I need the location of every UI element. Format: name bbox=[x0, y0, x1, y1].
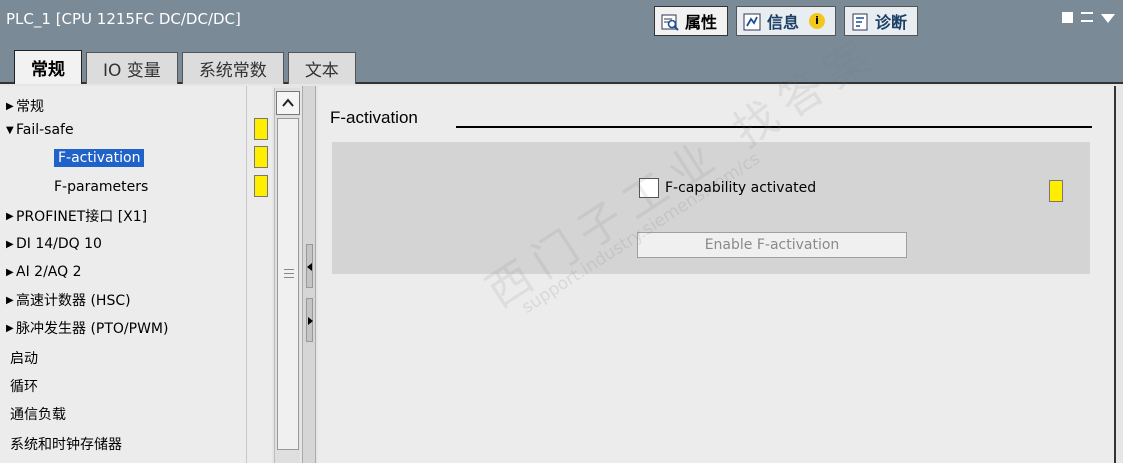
chevron-up-icon bbox=[282, 98, 294, 107]
warning-flag-icon bbox=[254, 146, 268, 168]
section-tab-strip: 常规 IO 变量 系统常数 文本 bbox=[0, 40, 1123, 84]
nav-item-label: 高速计数器 (HSC) bbox=[16, 293, 131, 309]
tab-properties[interactable]: 属性 bbox=[654, 6, 729, 36]
nav-item-di-dq[interactable]: ▶ DI 14/DQ 10 bbox=[0, 230, 272, 258]
enable-f-activation-button[interactable]: Enable F-activation bbox=[637, 232, 907, 258]
tab-system-constants[interactable]: 系统常数 bbox=[181, 52, 284, 84]
warning-flag-icon bbox=[1049, 180, 1063, 202]
nav-item-hsc[interactable]: ▶ 高速计数器 (HSC) bbox=[0, 286, 272, 314]
nav-item-f-activation[interactable]: F-activation bbox=[0, 144, 272, 172]
properties-icon bbox=[661, 14, 679, 31]
info-icon bbox=[743, 13, 761, 31]
tab-general[interactable]: 常规 bbox=[14, 50, 82, 84]
chevron-down-icon[interactable] bbox=[1101, 14, 1115, 23]
inspector-title-bar: PLC_1 [CPU 1215FC DC/DC/DC] 属性 信息 i 诊断 bbox=[0, 0, 1123, 40]
nav-item-label: 脉冲发生器 (PTO/PWM) bbox=[16, 321, 169, 337]
panel-splitter[interactable] bbox=[302, 86, 316, 463]
nav-item-label: 循环 bbox=[10, 379, 38, 395]
nav-item-cycle[interactable]: 循环 bbox=[0, 372, 272, 400]
list-icon[interactable] bbox=[1081, 12, 1093, 22]
grip-icon bbox=[284, 269, 294, 278]
section-title: F-activation bbox=[330, 108, 418, 127]
nav-item-label: 系统和时钟存储器 bbox=[10, 437, 122, 453]
window-title: PLC_1 [CPU 1215FC DC/DC/DC] bbox=[6, 10, 241, 28]
tab-properties-label: 属性 bbox=[685, 13, 718, 32]
expand-arrow-icon[interactable]: ▶ bbox=[0, 211, 16, 222]
expand-arrow-icon[interactable]: ▶ bbox=[0, 295, 16, 306]
nav-item-startup[interactable]: 启动 bbox=[0, 344, 272, 372]
nav-item-label: PROFINET接口 [X1] bbox=[16, 209, 148, 225]
restore-icon[interactable] bbox=[1062, 12, 1073, 23]
nav-item-pto-pwm[interactable]: ▶ 脉冲发生器 (PTO/PWM) bbox=[0, 314, 272, 342]
nav-item-system-clock-memory[interactable]: 系统和时钟存储器 bbox=[0, 430, 272, 458]
nav-item-ai-aq[interactable]: ▶ AI 2/AQ 2 bbox=[0, 258, 272, 286]
nav-item-label: Fail-safe bbox=[16, 122, 74, 138]
nav-item-label: 通信负载 bbox=[10, 407, 66, 423]
nav-item-f-parameters[interactable]: F-parameters bbox=[0, 173, 272, 201]
expand-right-handle[interactable] bbox=[306, 298, 313, 342]
inspector-tabs: 属性 信息 i 诊断 bbox=[654, 6, 926, 36]
nav-scrollbar[interactable] bbox=[274, 88, 300, 463]
scroll-thumb[interactable] bbox=[277, 118, 299, 450]
window-controls bbox=[1062, 12, 1115, 23]
collapse-arrow-icon[interactable]: ▼ bbox=[0, 125, 16, 136]
f-activation-group: F-capability activated Enable F-activati… bbox=[332, 142, 1090, 274]
f-capability-checkbox[interactable] bbox=[639, 178, 659, 198]
diagnostics-icon bbox=[852, 13, 868, 31]
collapse-left-handle[interactable] bbox=[306, 244, 313, 288]
expand-arrow-icon[interactable]: ▶ bbox=[0, 239, 16, 250]
nav-item-fail-safe[interactable]: ▼ Fail-safe bbox=[0, 116, 272, 144]
nav-item-label: AI 2/AQ 2 bbox=[16, 264, 82, 280]
arrow-right-icon bbox=[308, 317, 313, 325]
nav-item-profinet[interactable]: ▶ PROFINET接口 [X1] bbox=[0, 202, 272, 230]
nav-divider bbox=[246, 86, 247, 463]
nav-item-label: F-parameters bbox=[54, 179, 149, 195]
warning-flag-icon bbox=[254, 118, 268, 140]
nav-item-label: F-activation bbox=[54, 149, 145, 167]
tab-info[interactable]: 信息 i bbox=[736, 6, 837, 36]
tab-diagnostics[interactable]: 诊断 bbox=[844, 6, 919, 36]
tab-texts[interactable]: 文本 bbox=[287, 52, 356, 84]
tab-io-tags[interactable]: IO 变量 bbox=[86, 52, 178, 84]
properties-panel: F-activation F-capability activated Enab… bbox=[318, 86, 1116, 463]
nav-item-label: 常规 bbox=[16, 99, 44, 115]
expand-arrow-icon[interactable]: ▶ bbox=[0, 101, 16, 112]
info-badge-icon: i bbox=[809, 13, 826, 29]
warning-flag-icon bbox=[254, 175, 268, 197]
expand-arrow-icon[interactable]: ▶ bbox=[0, 323, 16, 334]
section-divider bbox=[456, 126, 1092, 128]
expand-arrow-icon[interactable]: ▶ bbox=[0, 267, 16, 278]
nav-item-comm-load[interactable]: 通信负载 bbox=[0, 400, 272, 428]
nav-item-label: 启动 bbox=[10, 351, 38, 367]
nav-item-label: DI 14/DQ 10 bbox=[16, 236, 102, 252]
tab-info-label: 信息 bbox=[767, 13, 800, 32]
scroll-up-button[interactable] bbox=[276, 91, 300, 115]
f-capability-row: F-capability activated bbox=[639, 178, 816, 198]
f-capability-label: F-capability activated bbox=[665, 180, 817, 196]
tab-diagnostics-label: 诊断 bbox=[875, 13, 908, 32]
arrow-left-icon bbox=[307, 263, 312, 271]
navigation-tree: ▶ 常规 ▼ Fail-safe F-activation F-paramete… bbox=[0, 86, 272, 463]
